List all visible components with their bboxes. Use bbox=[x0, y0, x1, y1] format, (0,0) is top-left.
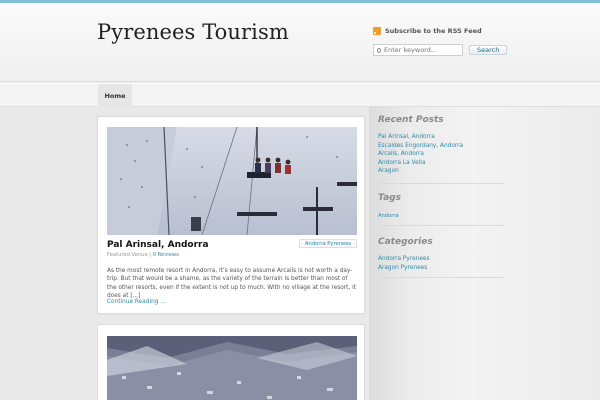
site-title[interactable]: Pyrenees Tourism bbox=[97, 20, 289, 44]
post-card bbox=[97, 324, 365, 400]
recent-post-link[interactable]: Arcalis, Andorra bbox=[378, 150, 463, 159]
widget-divider bbox=[378, 183, 504, 184]
category-link[interactable]: Aragon Pyrenees bbox=[378, 264, 430, 273]
recent-post-link[interactable]: Pal Arinsal, Andorra bbox=[378, 133, 463, 142]
post-thumbnail-ski-lift[interactable] bbox=[107, 127, 357, 235]
post-category-badge[interactable]: Andorra Pyrenees bbox=[299, 239, 358, 248]
recent-post-link[interactable]: Aragon bbox=[378, 167, 463, 176]
categories-title: Categories bbox=[378, 237, 433, 247]
categories-list: Andorra Pyrenees Aragon Pyrenees bbox=[378, 255, 430, 272]
search-form: Search bbox=[373, 44, 508, 56]
search-field[interactable] bbox=[373, 44, 463, 56]
tags-title: Tags bbox=[378, 193, 401, 203]
search-icon bbox=[377, 47, 381, 53]
recent-posts-list: Pal Arinsal, Andorra Escaldes Engordany,… bbox=[378, 133, 463, 176]
widget-divider bbox=[378, 277, 504, 278]
widget-divider bbox=[378, 225, 504, 226]
nav-item-home[interactable]: Home bbox=[98, 84, 132, 107]
tag-link[interactable]: Andorra bbox=[378, 213, 399, 219]
post-reviews-link[interactable]: 0 Reviews bbox=[153, 252, 179, 258]
category-link[interactable]: Andorra Pyrenees bbox=[378, 255, 430, 264]
recent-post-link[interactable]: Escaldes Engordany, Andorra bbox=[378, 142, 463, 151]
rss-label: Subscribe to the RSS Feed bbox=[385, 27, 482, 35]
post-card: Pal Arinsal, Andorra Andorra Pyrenees Fe… bbox=[97, 116, 365, 314]
post-thumbnail-town[interactable] bbox=[107, 336, 357, 400]
search-input[interactable] bbox=[384, 46, 462, 54]
search-button[interactable]: Search bbox=[469, 45, 508, 55]
site-header: Pyrenees Tourism Subscribe to the RSS Fe… bbox=[0, 3, 600, 82]
sidebar: Recent Posts Pal Arinsal, Andorra Escald… bbox=[369, 107, 600, 400]
main-navigation: Home bbox=[0, 83, 600, 107]
rss-icon bbox=[373, 27, 381, 35]
post-meta-type: Featured Venue bbox=[107, 252, 148, 258]
post-excerpt: As the most remote resort in Andorra, it… bbox=[107, 268, 356, 300]
post-meta: Featured Venue | 0 Reviews bbox=[107, 252, 179, 258]
recent-posts-title: Recent Posts bbox=[378, 115, 444, 125]
recent-post-link[interactable]: Andorra La Vella bbox=[378, 159, 463, 168]
continue-reading-link[interactable]: Continue Reading ... bbox=[107, 299, 166, 305]
post-title[interactable]: Pal Arinsal, Andorra bbox=[107, 240, 209, 250]
rss-subscribe-link[interactable]: Subscribe to the RSS Feed bbox=[373, 27, 482, 35]
